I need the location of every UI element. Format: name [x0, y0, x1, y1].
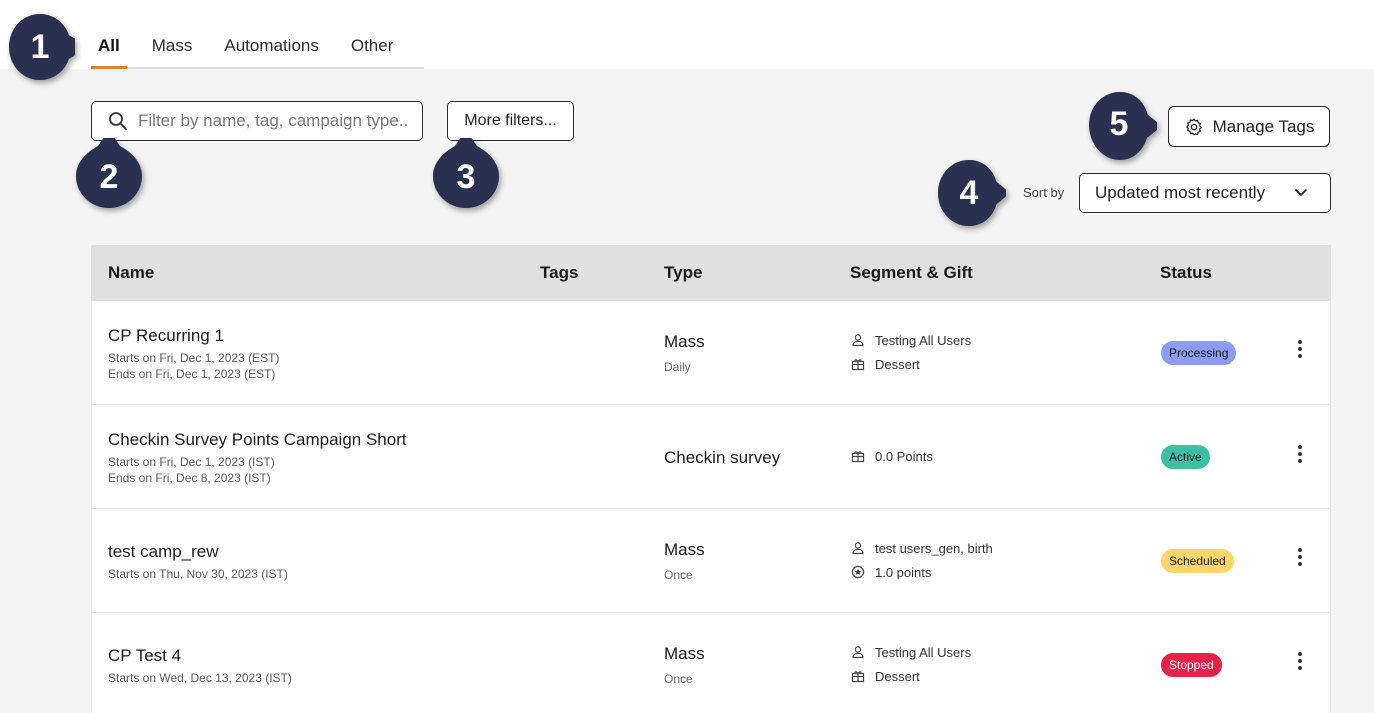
gift-icon — [851, 671, 865, 683]
campaign-frequency: Daily — [664, 360, 691, 374]
campaign-name[interactable]: CP Recurring 1 — [108, 326, 279, 346]
campaign-end-date: Ends on Fri, Dec 8, 2023 (IST) — [108, 471, 271, 485]
campaign-type: Checkin survey — [664, 448, 781, 467]
kebab-menu-icon[interactable] — [1290, 545, 1310, 569]
table-header: Name Tags Type Segment & Gift Status — [91, 245, 1331, 301]
sort-selected-value: Updated most recently — [1095, 183, 1266, 202]
annotation-marker-2: 2 — [74, 138, 144, 208]
search-icon — [109, 112, 127, 130]
segment-name: Testing All Users — [875, 644, 972, 660]
campaign-start-date: Starts on Thu, Nov 30, 2023 (IST) — [108, 567, 288, 581]
gift-name: Dessert — [875, 356, 920, 372]
campaign-tabs: All Mass Automations Other — [91, 24, 424, 69]
tab-mass[interactable]: Mass — [145, 24, 200, 67]
manage-tags-button[interactable]: Manage Tags — [1168, 106, 1330, 147]
annotation-marker-3: 3 — [431, 138, 501, 208]
column-header-segment: Segment & Gift — [850, 263, 973, 282]
campaign-frequency: Once — [664, 672, 693, 686]
table-row[interactable]: Checkin Survey Points Campaign Short Sta… — [91, 405, 1331, 509]
search-input[interactable] — [138, 111, 408, 131]
manage-tags-label: Manage Tags — [1212, 116, 1315, 136]
user-icon — [852, 646, 864, 659]
gift-icon — [851, 451, 865, 463]
campaign-start-date: Starts on Fri, Dec 1, 2023 (EST) — [108, 351, 280, 365]
campaign-name[interactable]: Checkin Survey Points Campaign Short — [108, 430, 407, 450]
chevron-down-icon — [1295, 189, 1307, 196]
status-badge: Active — [1161, 445, 1210, 469]
tab-automations[interactable]: Automations — [217, 24, 326, 67]
campaign-type: Mass — [664, 540, 705, 559]
user-icon — [852, 542, 864, 555]
kebab-menu-icon[interactable] — [1290, 649, 1310, 673]
annotation-marker-1: 1 — [5, 12, 75, 82]
tab-other[interactable]: Other — [344, 24, 401, 67]
campaigns-table: Name Tags Type Segment & Gift Status CP … — [91, 245, 1331, 713]
campaign-start-date: Starts on Wed, Dec 13, 2023 (IST) — [108, 671, 292, 685]
column-header-tags: Tags — [540, 263, 579, 282]
campaign-end-date: Ends on Fri, Dec 1, 2023 (EST) — [108, 367, 276, 381]
gear-icon — [1185, 117, 1202, 136]
sort-label: Sort by — [1023, 185, 1065, 200]
campaign-type: Mass — [664, 332, 705, 351]
search-box[interactable] — [91, 101, 423, 141]
campaign-name[interactable]: CP Test 4 — [108, 646, 292, 666]
more-filters-button[interactable]: More filters... — [447, 101, 574, 141]
kebab-menu-icon[interactable] — [1290, 337, 1310, 361]
gift-name: 1.0 points — [875, 564, 932, 580]
campaign-type: Mass — [664, 644, 705, 663]
gift-name: 0.0 Points — [875, 448, 933, 464]
kebab-menu-icon[interactable] — [1290, 442, 1310, 466]
campaign-name[interactable]: test camp_rew — [108, 542, 288, 562]
column-header-status: Status — [1160, 263, 1212, 282]
table-row[interactable]: CP Test 4 Starts on Wed, Dec 13, 2023 (I… — [91, 613, 1331, 713]
tab-all[interactable]: All — [91, 24, 127, 69]
segment-name: Testing All Users — [875, 332, 972, 348]
sort-select[interactable]: Updated most recently — [1079, 173, 1331, 213]
table-row[interactable]: CP Recurring 1 Starts on Fri, Dec 1, 202… — [91, 301, 1331, 405]
column-header-name[interactable]: Name — [108, 245, 154, 301]
table-row[interactable]: test camp_rew Starts on Thu, Nov 30, 202… — [91, 509, 1331, 613]
gift-icon — [851, 359, 865, 371]
gift-name: Dessert — [875, 668, 920, 684]
campaign-frequency: Once — [664, 568, 693, 582]
segment-name: test users_gen, birth — [875, 540, 993, 556]
annotation-marker-5: 5 — [1087, 89, 1157, 160]
star-icon — [851, 565, 865, 579]
annotation-marker-4: 4 — [936, 158, 1006, 228]
user-icon — [852, 334, 864, 347]
campaign-start-date: Starts on Fri, Dec 1, 2023 (IST) — [108, 455, 275, 469]
status-badge: Stopped — [1161, 653, 1222, 677]
top-bar: All Mass Automations Other — [0, 0, 1374, 69]
status-badge: Processing — [1161, 341, 1237, 365]
status-badge: Scheduled — [1161, 549, 1234, 573]
column-header-type: Type — [664, 263, 703, 282]
